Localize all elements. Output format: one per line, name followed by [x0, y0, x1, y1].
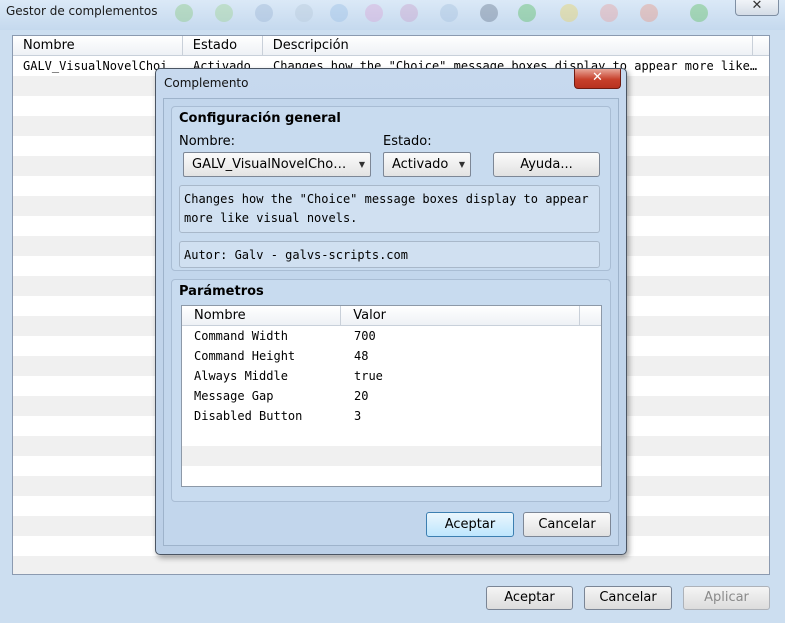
param-row[interactable]: Disabled Button 3	[182, 406, 601, 426]
param-value-cell: 3	[354, 409, 362, 423]
column-header-description[interactable]: Descripción	[263, 36, 754, 56]
background-toolbar-icon	[400, 4, 418, 22]
dialog-ok-button[interactable]: Aceptar	[426, 512, 514, 537]
background-toolbar-icon	[600, 4, 618, 22]
name-label: Nombre:	[179, 134, 236, 149]
column-header-filler	[753, 36, 769, 56]
status-label: Estado:	[383, 134, 432, 149]
background-toolbar-icon	[255, 4, 273, 22]
plugin-dialog: Complemento ✕ Configuración general Nomb…	[155, 68, 627, 555]
background-toolbar-icon	[175, 4, 193, 22]
description-box: Changes how the "Choice" message boxes d…	[179, 185, 600, 233]
outer-titlebar: Gestor de complementos ✕	[0, 0, 785, 30]
background-toolbar-icon	[295, 4, 313, 22]
background-toolbar-icon	[330, 4, 348, 22]
column-header-param-value[interactable]: Valor	[341, 306, 581, 326]
ok-button[interactable]: Aceptar	[486, 586, 573, 610]
param-name-cell: Message Gap	[194, 389, 274, 403]
plugin-name-select[interactable]: GALV_VisualNovelCho… ▼	[183, 152, 371, 177]
close-icon: ✕	[751, 0, 763, 13]
param-name-cell: Disabled Button	[194, 409, 303, 423]
param-row[interactable]	[182, 426, 601, 446]
background-toolbar-icon	[690, 4, 708, 22]
param-row[interactable]	[182, 446, 601, 466]
parameters-table[interactable]: Nombre Valor Command Width 700 Command H…	[181, 305, 602, 487]
chevron-down-icon: ▼	[458, 160, 465, 169]
param-value-cell: true	[354, 369, 383, 383]
plugin-list-header: Nombre Estado Descripción	[13, 36, 769, 56]
general-settings-title: Configuración general	[179, 111, 341, 126]
chevron-down-icon: ▼	[358, 160, 365, 169]
background-toolbar-icon	[480, 4, 498, 22]
param-value-cell: 700	[354, 329, 376, 343]
param-name-cell: Command Width	[194, 329, 288, 343]
help-button[interactable]: Ayuda...	[493, 152, 600, 177]
param-row[interactable]: Command Height 48	[182, 346, 601, 366]
param-row[interactable]: Always Middle true	[182, 366, 601, 386]
dialog-cancel-button[interactable]: Cancelar	[523, 512, 611, 537]
apply-button[interactable]: Aplicar	[683, 586, 770, 610]
param-value-cell: 20	[354, 389, 369, 403]
window-close-button[interactable]: ✕	[735, 0, 779, 16]
param-row[interactable]: Message Gap 20	[182, 386, 601, 406]
column-header-name[interactable]: Nombre	[13, 36, 183, 56]
dialog-close-button[interactable]: ✕	[574, 69, 621, 89]
column-header-filler	[580, 306, 601, 326]
background-toolbar-icon	[215, 4, 233, 22]
parameters-header: Nombre Valor	[182, 306, 601, 326]
close-icon: ✕	[592, 70, 603, 85]
column-header-param-name[interactable]: Nombre	[182, 306, 342, 326]
param-value-cell: 48	[354, 349, 369, 363]
param-row[interactable]	[182, 466, 601, 486]
background-toolbar-icon	[365, 4, 383, 22]
plugin-name-value: GALV_VisualNovelCho…	[192, 157, 347, 172]
window-title: Gestor de complementos	[6, 4, 158, 18]
background-toolbar-icon	[518, 4, 536, 22]
column-header-status[interactable]: Estado	[183, 36, 263, 56]
param-name-cell: Always Middle	[194, 369, 288, 383]
plugin-status-value: Activado	[392, 157, 449, 172]
plugin-status-select[interactable]: Activado ▼	[383, 152, 471, 177]
dialog-content: Configuración general Nombre: Estado: GA…	[163, 98, 619, 546]
parameters-group: Parámetros Nombre Valor Command Width 70…	[171, 279, 611, 502]
parameters-title: Parámetros	[179, 284, 264, 299]
table-row[interactable]	[13, 556, 769, 574]
author-box: Autor: Galv - galvs-scripts.com	[179, 241, 600, 268]
param-name-cell: Command Height	[194, 349, 296, 363]
dialog-title: Complemento	[164, 76, 249, 90]
background-toolbar-icon	[440, 4, 458, 22]
param-row[interactable]: Command Width 700	[182, 326, 601, 346]
background-toolbar-icon	[560, 4, 578, 22]
cancel-button[interactable]: Cancelar	[584, 586, 672, 610]
background-toolbar-icon	[640, 4, 658, 22]
general-settings-group: Configuración general Nombre: Estado: GA…	[171, 106, 611, 271]
